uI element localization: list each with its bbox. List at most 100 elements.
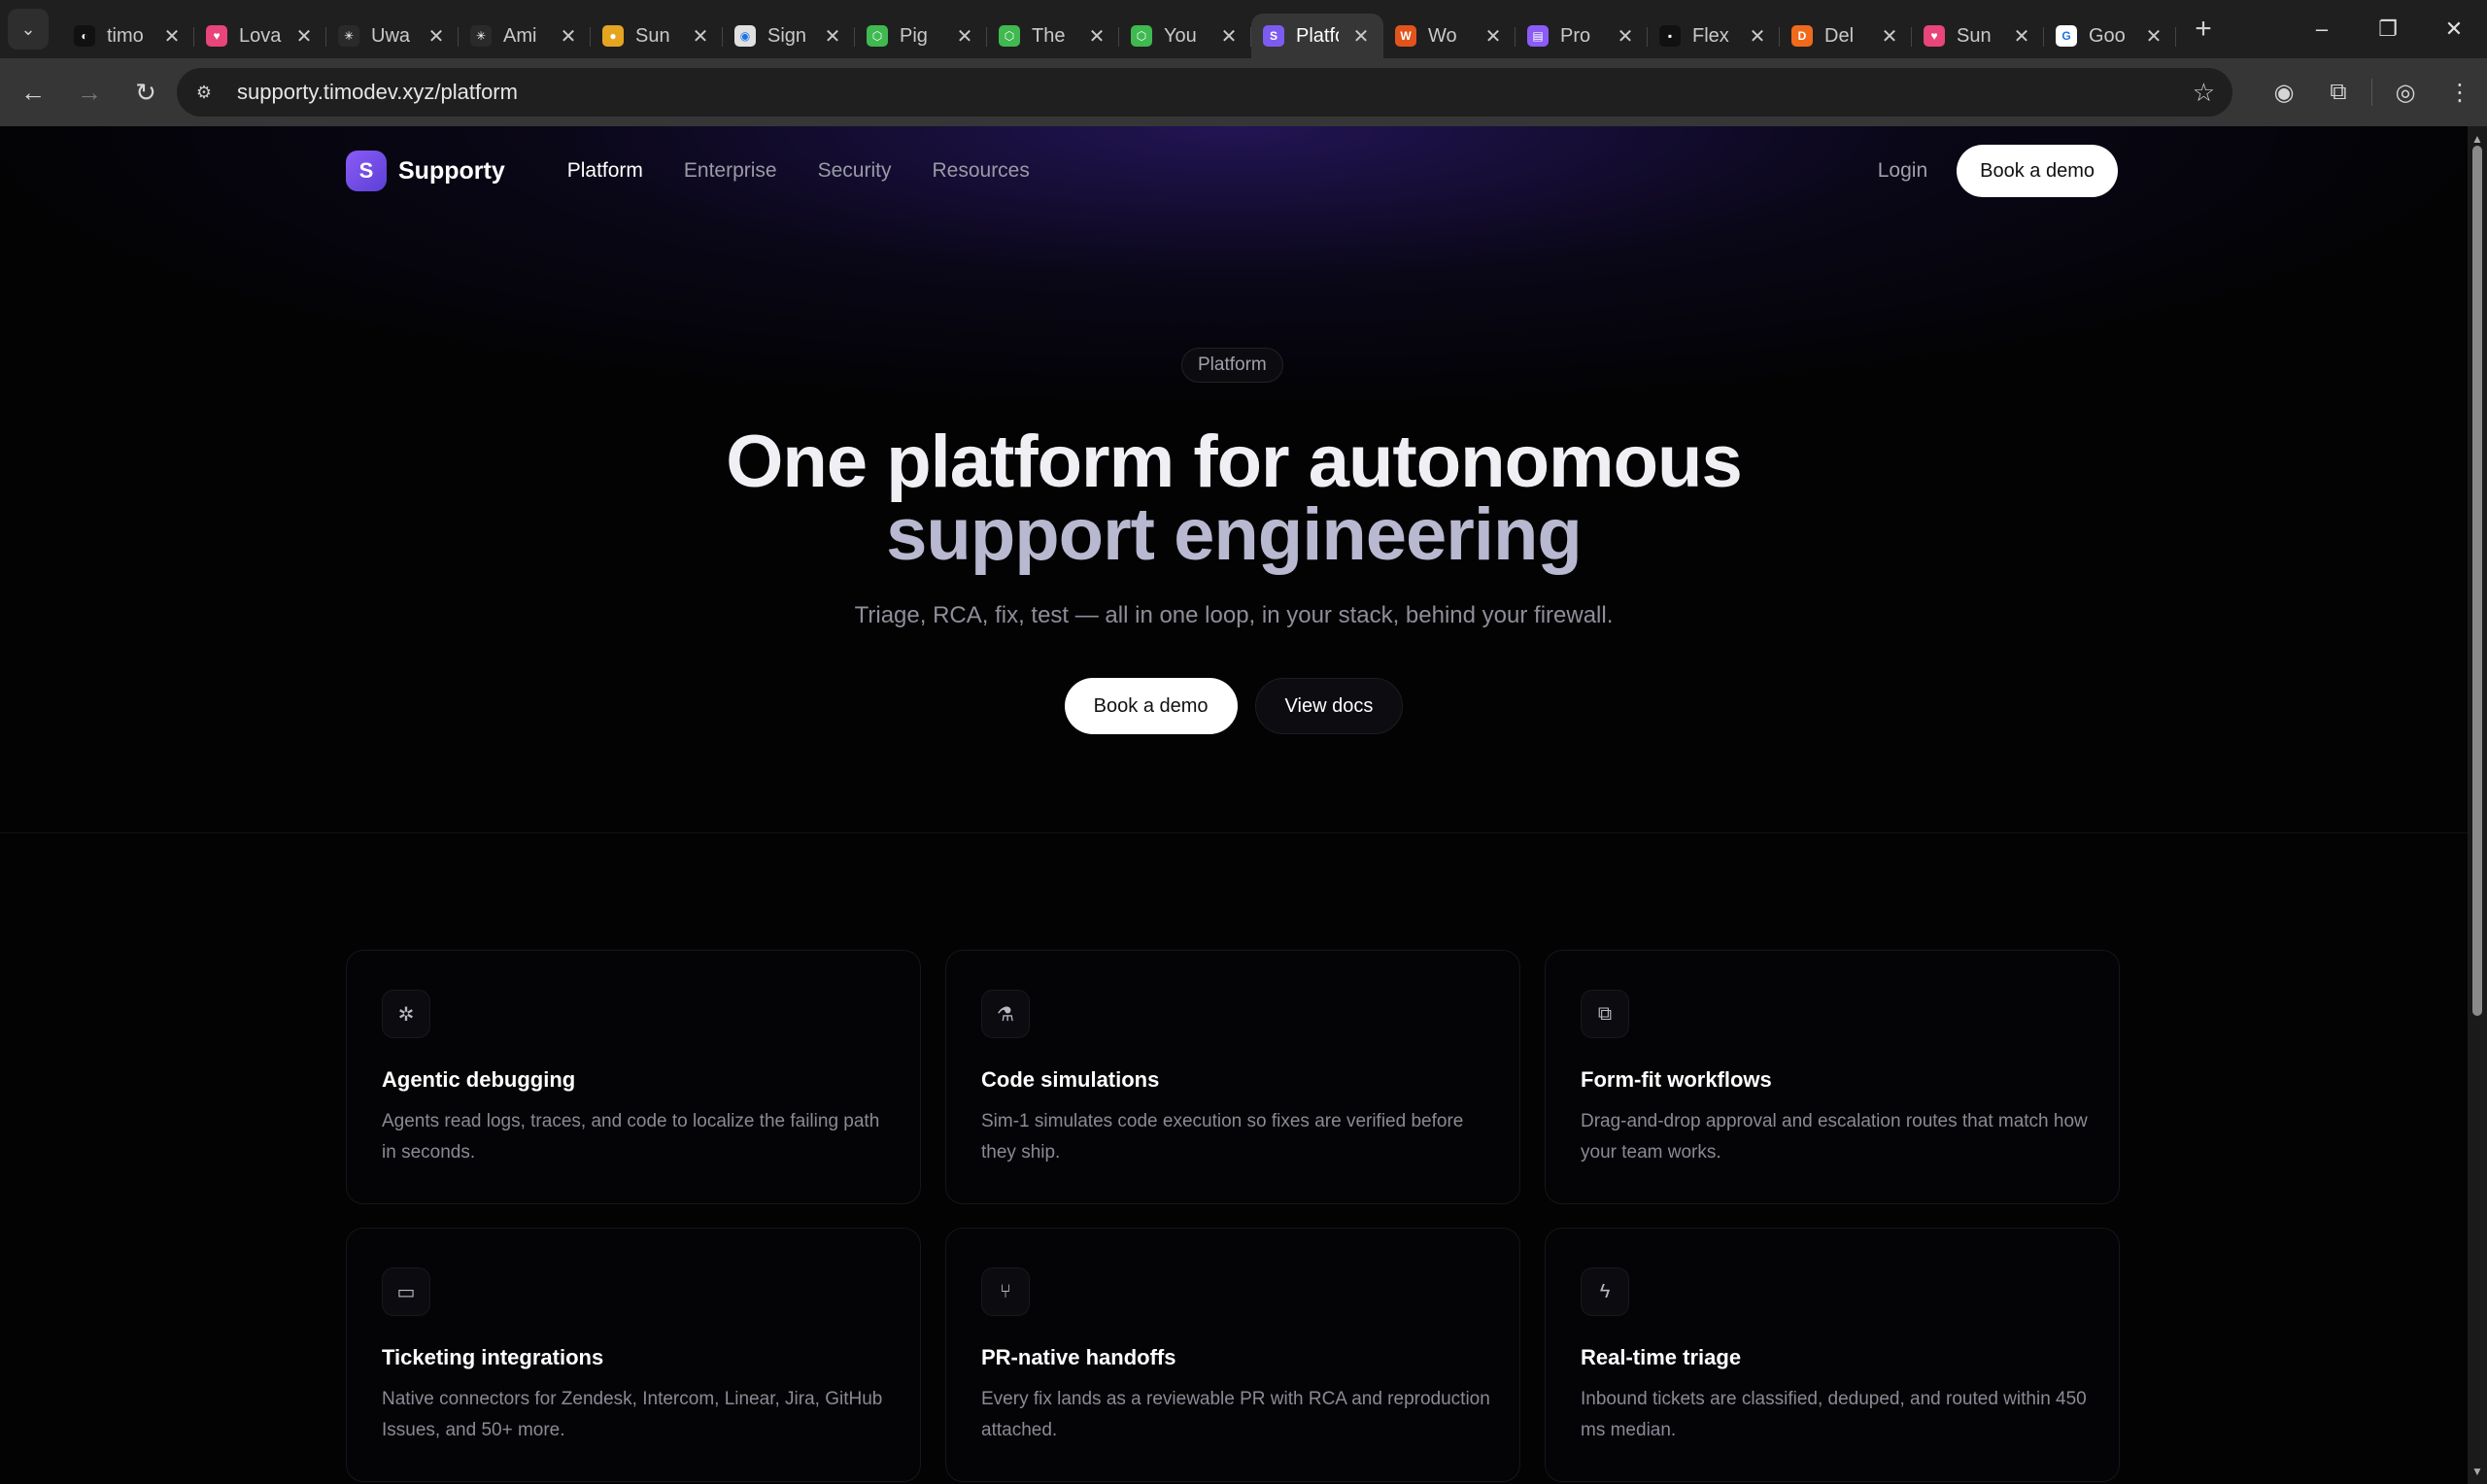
hero-title-line1: One platform for autonomous	[726, 421, 1742, 503]
tab-close-icon[interactable]: ✕	[2143, 24, 2164, 49]
book-demo-nav-button[interactable]: Book a demo	[1957, 145, 2118, 197]
close-window-button[interactable]: ✕	[2421, 0, 2487, 58]
tab-close-icon[interactable]: ✕	[1482, 24, 1504, 49]
browser-tab[interactable]: ⬡ The ✕	[987, 14, 1119, 58]
git-branch-icon: ⑂	[981, 1267, 1030, 1316]
tab-title: Ami	[503, 24, 537, 47]
feature-description: Drag-and-drop approval and escalation ro…	[1581, 1111, 2088, 1163]
tab-title: Wo	[1428, 24, 1457, 47]
back-button[interactable]: ←	[10, 69, 56, 116]
reload-icon: ↻	[135, 77, 156, 107]
chat-icon: ▭	[382, 1267, 430, 1316]
tab-close-icon[interactable]: ✕	[1086, 24, 1107, 49]
browser-tab[interactable]: ✳ Ami ✕	[459, 14, 591, 58]
site-info-button[interactable]: ⚙	[185, 73, 223, 112]
tab-favicon-icon: ●	[602, 25, 624, 47]
tune-icon: ⚙	[195, 82, 213, 102]
tab-favicon-icon: ▪	[1659, 25, 1681, 47]
window-controls: – ❐ ✕	[2289, 0, 2487, 58]
browser-tab[interactable]: G Goo ✕	[2044, 14, 2176, 58]
tab-favicon-icon: ◉	[734, 25, 756, 47]
feature-description: Agents read logs, traces, and code to lo…	[382, 1111, 880, 1163]
web-page: S Supporty Platform Enterprise Security Res…	[0, 126, 2468, 1484]
tab-title: timo	[107, 24, 144, 47]
tab-close-icon[interactable]: ✕	[954, 24, 975, 49]
profile-icon[interactable]: ◎	[2378, 68, 2433, 117]
logo-icon[interactable]: S	[346, 151, 387, 191]
extensions-icon[interactable]: ⧉	[2311, 68, 2366, 117]
tab-favicon-icon: ♥	[206, 25, 227, 47]
tab-close-icon[interactable]: ✕	[1350, 24, 1372, 49]
browser-tab[interactable]: ♥ Lovable ✕	[194, 14, 326, 58]
browser-tab[interactable]: D Del ✕	[1780, 14, 1912, 58]
book-demo-button[interactable]: Book a demo	[1064, 678, 1238, 734]
scrollbar-thumb[interactable]	[2472, 146, 2482, 1016]
browser-tab[interactable]: S Platform ✕	[1251, 14, 1383, 58]
tab-favicon-icon: ⬡	[1131, 25, 1152, 47]
more-menu-icon[interactable]: ⋮	[2433, 68, 2487, 117]
browser-tab[interactable]: ♥ Sun ✕	[1912, 14, 2044, 58]
tab-favicon-icon: G	[2056, 25, 2077, 47]
tab-search-button[interactable]: ⌄	[8, 9, 49, 50]
tab-title: Platform	[1296, 24, 1339, 47]
browser-tab[interactable]: ⬡ Pig ✕	[855, 14, 987, 58]
tab-close-icon[interactable]: ✕	[1879, 24, 1900, 49]
hero-subtitle: Triage, RCA, fix, test — all in one loop…	[854, 602, 1614, 628]
nav-link-security[interactable]: Security	[818, 159, 892, 183]
view-docs-button[interactable]: View docs	[1254, 678, 1404, 734]
tab-favicon-icon: ⬡	[999, 25, 1020, 47]
reload-button[interactable]: ↻	[122, 69, 169, 116]
tab-close-icon[interactable]: ✕	[161, 24, 183, 49]
nav-link-enterprise[interactable]: Enterprise	[684, 159, 777, 183]
tab-close-icon[interactable]: ✕	[822, 24, 843, 49]
tab-favicon-icon: S	[1263, 25, 1284, 47]
scroll-up-arrow-icon[interactable]: ▲	[2471, 132, 2483, 146]
toolbar-actions: ◉ ⧉ ◎ ⋮	[2257, 68, 2487, 117]
bookmark-star-icon[interactable]: ☆	[2193, 78, 2215, 108]
tab-close-icon[interactable]: ✕	[1218, 24, 1240, 49]
brand-name[interactable]: Supporty	[398, 157, 505, 186]
browser-tab[interactable]: ◉ Sign ✕	[723, 14, 855, 58]
restore-button[interactable]: ❐	[2355, 0, 2421, 58]
browser-tab[interactable]: W Wo ✕	[1383, 14, 1516, 58]
tab-title: Sun	[635, 24, 670, 47]
tab-title: Lovable	[239, 24, 282, 47]
nav-link-platform[interactable]: Platform	[567, 159, 643, 183]
feature-title: Real-time triage	[1581, 1345, 1742, 1369]
url-text[interactable]: supporty.timodev.xyz/platform	[237, 80, 518, 105]
minimize-button[interactable]: –	[2289, 0, 2355, 58]
workflow-icon: ⧉	[1581, 990, 1629, 1038]
nav-right: Login Book a demo	[1878, 145, 2118, 197]
feature-card: ✲ Agentic debugging Agents read logs, trac…	[346, 950, 921, 1204]
browser-tab[interactable]: ⬡ You ✕	[1119, 14, 1251, 58]
browser-tab[interactable]: ▤ Pro ✕	[1516, 14, 1648, 58]
tab-favicon-icon: ♥	[1924, 25, 1945, 47]
login-link[interactable]: Login	[1878, 159, 1927, 183]
feature-card: ⑂ PR-native handoffs Every fix lands as a …	[945, 1228, 1520, 1482]
tab-close-icon[interactable]: ✕	[2011, 24, 2032, 49]
tab-title: Del	[1824, 24, 1855, 47]
browser-tab[interactable]: ● Sun ✕	[591, 14, 723, 58]
nav-link-resources[interactable]: Resources	[932, 159, 1029, 183]
new-tab-button[interactable]: +	[2184, 10, 2223, 49]
bug-icon: ✲	[382, 990, 430, 1038]
tab-close-icon[interactable]: ✕	[690, 24, 711, 49]
address-bar[interactable]: ⚙ supporty.timodev.xyz/platform ☆	[177, 68, 2232, 117]
tab-close-icon[interactable]: ✕	[1615, 24, 1636, 49]
forward-button[interactable]: →	[66, 69, 113, 116]
tab-title: The	[1032, 24, 1066, 47]
browser-tab[interactable]: ▪ Flex ✕	[1648, 14, 1780, 58]
browser-tab[interactable]: ◐ timo ✕	[62, 14, 194, 58]
camera-icon[interactable]: ◉	[2257, 68, 2311, 117]
tab-close-icon[interactable]: ✕	[1747, 24, 1768, 49]
tab-close-icon[interactable]: ✕	[426, 24, 447, 49]
scroll-down-arrow-icon[interactable]: ▼	[2471, 1465, 2483, 1478]
site-navbar: S Supporty Platform Enterprise Security Res…	[346, 145, 2118, 197]
feature-title: Code simulations	[981, 1067, 1160, 1092]
arrow-left-icon: ←	[20, 77, 46, 107]
tab-close-icon[interactable]: ✕	[558, 24, 579, 49]
tab-favicon-icon: ✳	[470, 25, 492, 47]
browser-tab[interactable]: ✳ Uwa ✕	[326, 14, 459, 58]
tab-favicon-icon: W	[1395, 25, 1416, 47]
tab-close-icon[interactable]: ✕	[293, 24, 315, 49]
